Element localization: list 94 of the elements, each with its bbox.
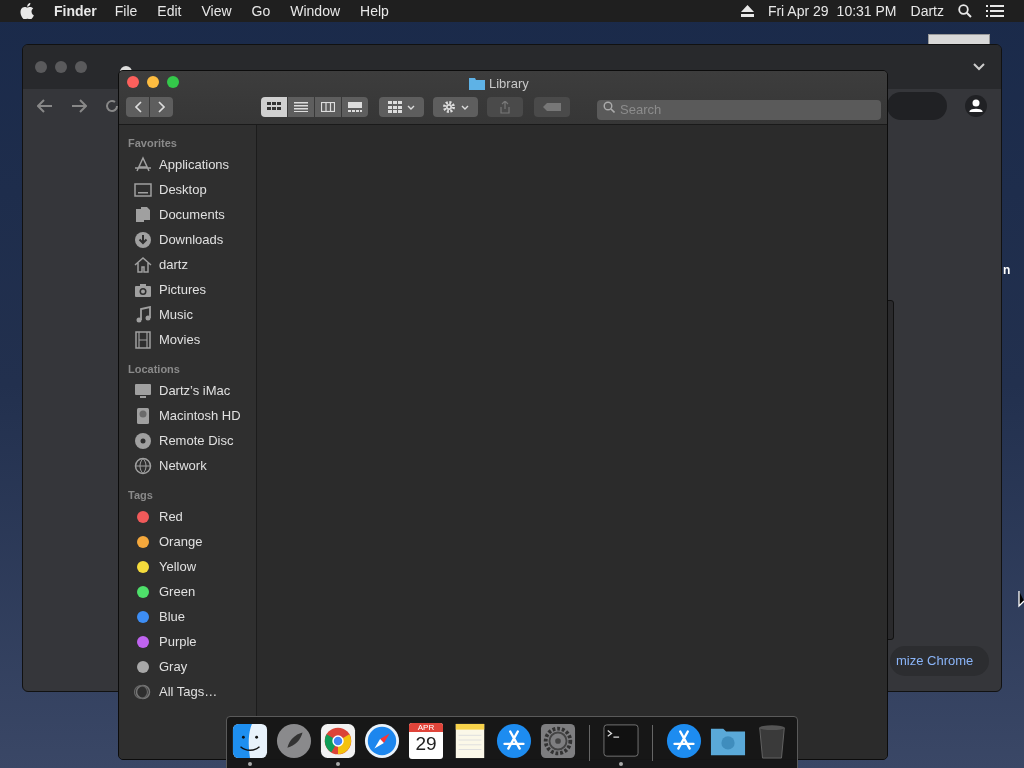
gear-icon [442, 100, 456, 114]
view-mode-button[interactable] [261, 97, 287, 117]
menu-item[interactable]: Help [350, 0, 399, 22]
sidebar-item[interactable]: Applications [159, 155, 230, 175]
sidebar-item[interactable]: Documents [159, 205, 225, 225]
chevron-down-icon[interactable] [973, 63, 985, 71]
rocket-icon[interactable] [276, 723, 312, 759]
app-menu[interactable]: Finder [54, 0, 97, 22]
documents-icon [134, 206, 152, 224]
sidebar-item[interactable]: Purple [159, 632, 197, 652]
forward-arrow-icon[interactable] [71, 99, 87, 113]
apple-logo-icon[interactable] [20, 3, 34, 19]
list-view-icon [294, 102, 308, 112]
columns-view-icon [321, 102, 335, 112]
sidebar-item[interactable]: Red [159, 507, 183, 527]
profile-icon[interactable] [965, 95, 987, 117]
sidebar-item[interactable]: Orange [159, 532, 203, 552]
sidebar-item[interactable]: Desktop [159, 180, 207, 200]
chevron-left-icon [133, 101, 142, 113]
caret-icon [461, 104, 469, 110]
search-icon [603, 101, 615, 113]
menu-item[interactable]: Go [241, 0, 281, 22]
customize-button[interactable]: mize Chrome [890, 646, 990, 676]
view-mode-button[interactable] [288, 97, 314, 117]
tag-icon [543, 103, 561, 111]
menu-item[interactable]: Edit [147, 0, 192, 22]
sidebar-item[interactable]: Gray [159, 657, 188, 677]
list-icon[interactable] [986, 4, 1004, 18]
user-menu[interactable]: Dartz [910, 0, 944, 22]
apps-icon [134, 156, 152, 174]
chrome-icon[interactable] [320, 723, 356, 759]
gallery-view-icon [348, 102, 362, 112]
house-icon [134, 256, 152, 274]
sidebar-item[interactable]: Pictures [159, 280, 206, 300]
sidebar-item[interactable]: Green [159, 582, 196, 602]
downloads-icon [134, 231, 152, 249]
sidebar-item[interactable]: Yellow [159, 557, 197, 577]
caret-icon [407, 104, 415, 110]
sidebar-item[interactable]: Downloads [159, 230, 224, 250]
section-heading: Locations [128, 362, 181, 377]
section-heading: Tags [128, 488, 154, 503]
zoom-button[interactable] [167, 76, 179, 88]
calendar-icon[interactable]: APR 29 [409, 723, 443, 759]
menu-item[interactable]: Window [280, 0, 351, 22]
globe-icon [134, 457, 152, 475]
forward-button[interactable] [150, 97, 173, 117]
mouse-pointer-icon [1018, 590, 1024, 608]
menu-item[interactable]: View [191, 0, 242, 22]
sidebar-item[interactable]: Network [159, 456, 207, 476]
close-button[interactable] [127, 76, 139, 88]
action-button[interactable] [433, 97, 478, 117]
desktop-icon [134, 181, 152, 199]
text-fragment: n [1003, 262, 1011, 279]
search-icon[interactable] [958, 4, 972, 18]
section-heading: Favorites [128, 136, 178, 151]
folder-icon [469, 77, 485, 91]
sidebar-item[interactable]: Remote Disc [159, 431, 234, 451]
film-icon [134, 331, 152, 349]
music-note-icon [134, 306, 152, 324]
sidebar-item[interactable]: dartz [159, 255, 188, 275]
calendar-month: APR [409, 723, 443, 732]
back-button[interactable] [126, 97, 149, 117]
tags-icon [134, 683, 152, 701]
chevron-right-icon [157, 101, 166, 113]
terminal-icon[interactable] [603, 723, 639, 759]
reload-icon[interactable] [105, 99, 119, 113]
calendar-day: 29 [415, 732, 437, 756]
group-button[interactable] [379, 97, 424, 117]
finder-icon[interactable] [232, 723, 268, 759]
camera-icon [134, 281, 152, 299]
sidebar-item[interactable]: Blue [159, 607, 186, 627]
view-mode-button[interactable] [315, 97, 341, 117]
back-arrow-icon[interactable] [37, 99, 53, 113]
sidebar-item[interactable]: All Tags… [159, 682, 218, 702]
share-icon [500, 100, 510, 114]
compass-icon[interactable] [364, 723, 400, 759]
disc-icon [134, 432, 152, 450]
grid-icon [388, 101, 402, 113]
gear-icon[interactable] [540, 723, 576, 759]
sidebar-item[interactable]: Movies [159, 330, 201, 350]
sidebar-item[interactable]: Dartz’s iMac [159, 381, 231, 401]
app-store-icon[interactable] [666, 723, 702, 759]
menu-bar-time[interactable]: 10:31 PM [836, 0, 897, 22]
window-title: Library [489, 75, 529, 93]
menu-bar-date[interactable]: Fri Apr 29 [767, 0, 829, 22]
sidebar-item[interactable]: Macintosh HD [159, 406, 241, 426]
view-mode-button[interactable] [342, 97, 368, 117]
monitor-icon [134, 382, 152, 400]
menu-item[interactable]: File [104, 0, 148, 22]
sidebar-item[interactable]: Music [159, 305, 193, 325]
eject-icon[interactable] [740, 5, 754, 17]
app-store-icon[interactable] [496, 723, 532, 759]
minimize-button[interactable] [147, 76, 159, 88]
icons-view-icon [267, 102, 281, 112]
